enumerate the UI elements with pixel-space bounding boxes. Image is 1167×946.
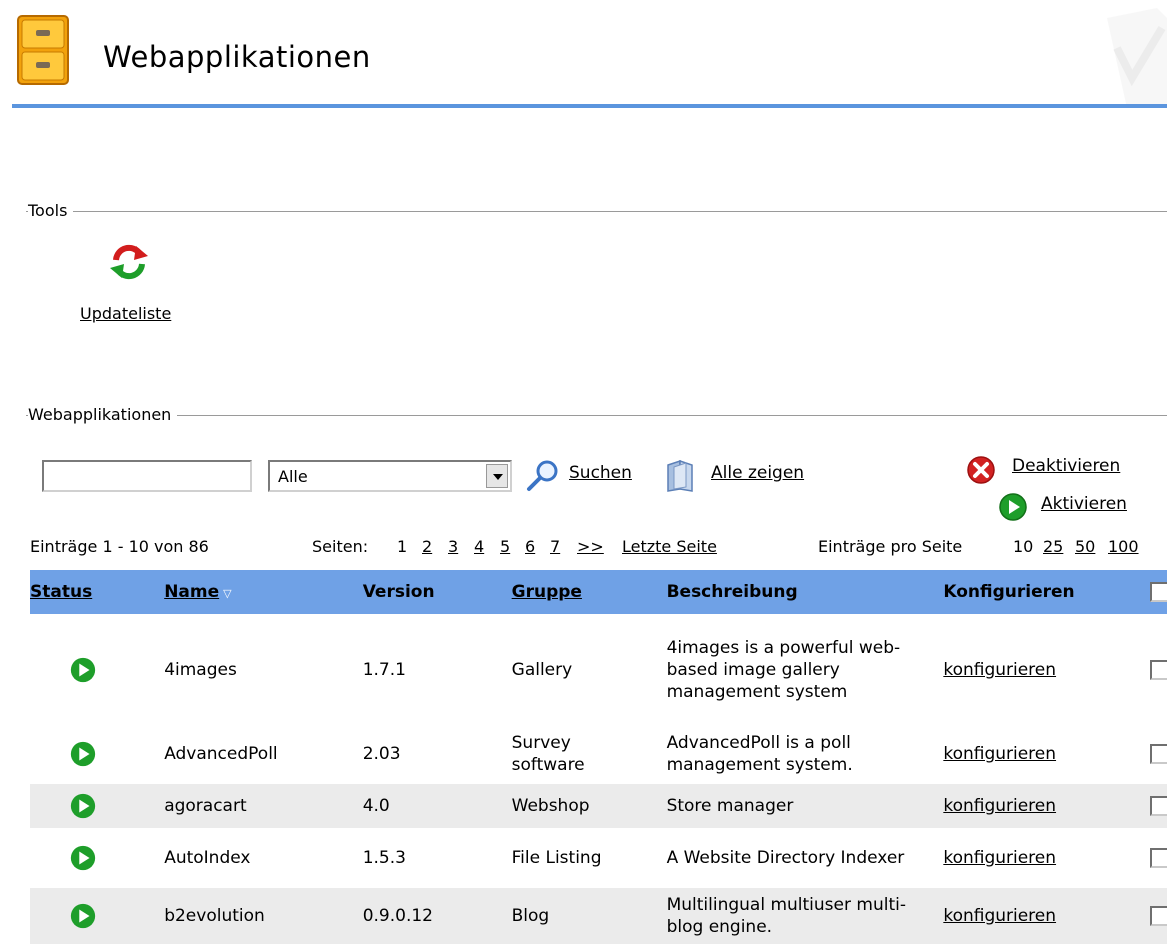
- row-gruppe: Survey software: [485, 725, 641, 783]
- row-gruppe: Blog: [485, 887, 641, 945]
- configure-link[interactable]: konfigurieren: [943, 848, 1056, 868]
- row-beschreibung: AdvancedPoll is a poll management system…: [640, 725, 918, 783]
- row-gruppe: File Listing: [485, 829, 641, 887]
- page-link[interactable]: 6: [525, 537, 535, 556]
- page-link[interactable]: 2: [422, 537, 432, 556]
- row-checkbox[interactable]: [1150, 744, 1167, 764]
- column-gruppe[interactable]: Gruppe: [512, 582, 582, 602]
- active-status-icon[interactable]: [69, 656, 97, 684]
- table-row: 4images 1.7.1 Gallery 4images is a power…: [30, 615, 1167, 725]
- per-page-option[interactable]: 100: [1108, 537, 1139, 556]
- row-beschreibung: Multilingual multiuser multi-blog engine…: [640, 887, 918, 945]
- next-pages-link[interactable]: >>: [577, 537, 604, 556]
- per-page-option[interactable]: 25: [1043, 537, 1063, 556]
- webapps-table: Status Name ▽ Version Gruppe Beschreibung…: [30, 570, 1167, 946]
- page-title: Webapplikationen: [103, 40, 371, 74]
- active-status-icon[interactable]: [69, 902, 97, 930]
- books-icon[interactable]: [660, 457, 700, 493]
- filing-cabinet-icon: [17, 15, 69, 85]
- row-version: 0.9.0.12: [336, 887, 486, 945]
- chevron-down-icon[interactable]: [486, 464, 508, 488]
- last-page-link[interactable]: Letzte Seite: [622, 537, 717, 556]
- column-konfigurieren: Konfigurieren: [943, 582, 1075, 602]
- table-row: agoracart 4.0 Webshop Store manager konf…: [30, 783, 1167, 829]
- column-name[interactable]: Name: [164, 582, 219, 602]
- row-beschreibung: A Website Directory Indexer: [640, 829, 918, 887]
- column-beschreibung: Beschreibung: [666, 582, 798, 602]
- page-link[interactable]: 4: [474, 537, 484, 556]
- configure-link[interactable]: konfigurieren: [943, 744, 1056, 764]
- row-name: AutoIndex: [136, 829, 337, 887]
- active-status-icon[interactable]: [69, 792, 97, 820]
- pages-label: Seiten:: [312, 537, 369, 556]
- checkmark-watermark-icon: [1107, 8, 1167, 108]
- row-gruppe: Webshop: [485, 783, 641, 829]
- row-name: b2evolution: [136, 887, 337, 945]
- row-name: agoracart: [136, 783, 337, 829]
- row-gruppe: Gallery: [485, 615, 641, 725]
- tools-legend: Tools: [10, 201, 1167, 221]
- column-status[interactable]: Status: [30, 582, 92, 602]
- table-row: b2evolution 0.9.0.12 Blog Multilingual m…: [30, 887, 1167, 945]
- column-version: Version: [362, 582, 435, 602]
- page-link[interactable]: 3: [448, 537, 458, 556]
- deactivate-icon[interactable]: [966, 455, 996, 485]
- search-icon[interactable]: [523, 458, 563, 492]
- show-all-button[interactable]: Alle zeigen: [711, 463, 804, 483]
- row-checkbox[interactable]: [1150, 906, 1167, 926]
- row-beschreibung: Store manager: [640, 783, 918, 829]
- table-header-row: Status Name ▽ Version Gruppe Beschreibung…: [30, 570, 1167, 615]
- configure-link[interactable]: konfigurieren: [943, 660, 1056, 680]
- row-name: AdvancedPoll: [136, 725, 337, 783]
- search-input[interactable]: [42, 460, 252, 492]
- configure-link[interactable]: konfigurieren: [943, 906, 1056, 926]
- row-version: 1.7.1: [336, 615, 486, 725]
- header-divider: [12, 104, 1167, 108]
- group-filter-select[interactable]: Alle: [268, 460, 512, 492]
- row-version: 2.03: [336, 725, 486, 783]
- row-checkbox[interactable]: [1150, 660, 1167, 680]
- refresh-icon[interactable]: [108, 242, 150, 282]
- row-name: 4images: [136, 615, 337, 725]
- per-page-option[interactable]: 50: [1075, 537, 1095, 556]
- search-button[interactable]: Suchen: [569, 463, 632, 483]
- select-all-checkbox[interactable]: [1150, 582, 1167, 602]
- row-checkbox[interactable]: [1150, 848, 1167, 868]
- apps-legend: Webapplikationen: [10, 405, 1167, 425]
- activate-icon[interactable]: [998, 492, 1028, 522]
- configure-link[interactable]: konfigurieren: [943, 796, 1056, 816]
- row-checkbox[interactable]: [1150, 796, 1167, 816]
- entries-range: Einträge 1 - 10 von 86: [30, 537, 209, 556]
- row-beschreibung: 4images is a powerful web-based image ga…: [640, 615, 918, 725]
- table-row: AutoIndex 1.5.3 File Listing A Website D…: [30, 829, 1167, 887]
- update-list-link[interactable]: Updateliste: [80, 304, 171, 323]
- page-link[interactable]: 5: [500, 537, 510, 556]
- active-status-icon[interactable]: [69, 844, 97, 872]
- page-link[interactable]: 7: [550, 537, 560, 556]
- table-row: AdvancedPoll 2.03 Survey software Advanc…: [30, 725, 1167, 783]
- active-status-icon[interactable]: [69, 740, 97, 768]
- deactivate-button[interactable]: Deaktivieren: [1012, 456, 1120, 476]
- page-header: Webapplikationen: [0, 0, 1167, 110]
- activate-button[interactable]: Aktivieren: [1041, 494, 1127, 514]
- per-page-label: Einträge pro Seite: [818, 537, 963, 556]
- filter-selected-value: Alle: [278, 467, 308, 486]
- per-page-current: 10: [1013, 537, 1034, 556]
- sort-desc-icon: ▽: [223, 587, 232, 600]
- current-page: 1: [397, 537, 408, 556]
- row-version: 4.0: [336, 783, 486, 829]
- row-version: 1.5.3: [336, 829, 486, 887]
